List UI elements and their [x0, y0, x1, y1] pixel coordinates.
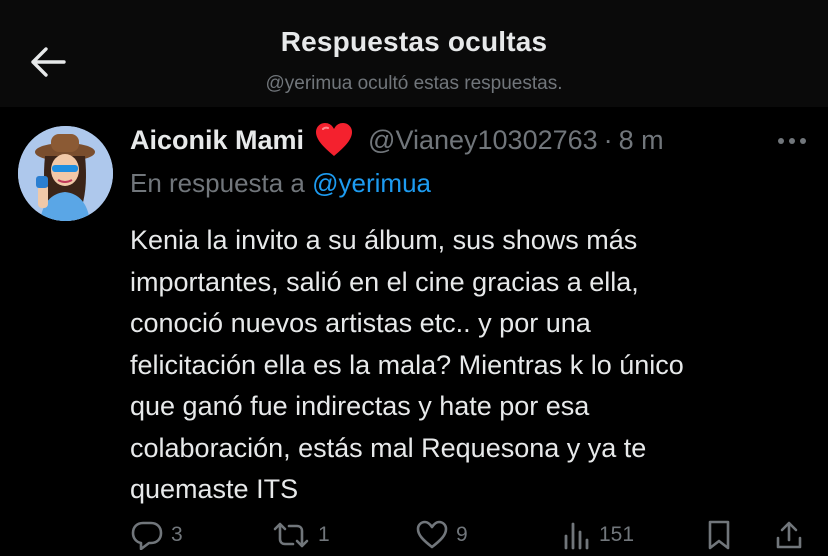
reply-button[interactable]: 3	[131, 520, 183, 550]
bookmark-button[interactable]	[706, 520, 732, 550]
reply-count: 3	[171, 523, 183, 546]
reply-mention-link[interactable]: @yerimua	[312, 168, 431, 198]
like-icon	[416, 520, 448, 549]
views-count: 151	[599, 523, 635, 546]
share-icon	[776, 521, 802, 549]
retweet-count: 1	[318, 523, 330, 546]
more-options-button[interactable]	[772, 126, 812, 156]
avatar-image	[18, 126, 113, 221]
red-heart-emoji	[314, 122, 354, 158]
page-subtitle: @yerimua ocultó estas respuestas.	[265, 73, 563, 94]
views-icon	[564, 522, 589, 550]
separator-dot: ·	[603, 124, 613, 155]
reply-context: En respuesta a @yerimua	[130, 168, 431, 199]
share-button[interactable]	[775, 520, 803, 550]
views-button[interactable]: 151	[563, 520, 634, 550]
more-horizontal-icon	[778, 138, 806, 144]
reply-icon	[131, 521, 163, 550]
bookmark-icon	[708, 520, 730, 550]
retweet-button[interactable]: 1	[272, 520, 330, 550]
avatar[interactable]	[18, 126, 113, 221]
retweet-icon	[273, 522, 309, 548]
tweet-timestamp[interactable]: 8 m	[619, 125, 664, 156]
like-count: 9	[456, 523, 468, 546]
author-handle[interactable]: @Vianey10302763	[368, 125, 598, 156]
page-title: Respuestas ocultas	[280, 26, 548, 57]
tweet-body: Kenia la invito a su álbum, sus shows má…	[130, 225, 684, 504]
reply-prefix: En respuesta a	[130, 168, 305, 198]
like-button[interactable]: 9	[416, 520, 468, 550]
top-header: Respuestas ocultas @yerimua ocultó estas…	[0, 0, 828, 107]
tweet-author-row: Aiconik Mami @Vianey10302763 · 8 m	[130, 120, 664, 160]
author-display-name[interactable]: Aiconik Mami	[130, 125, 304, 156]
